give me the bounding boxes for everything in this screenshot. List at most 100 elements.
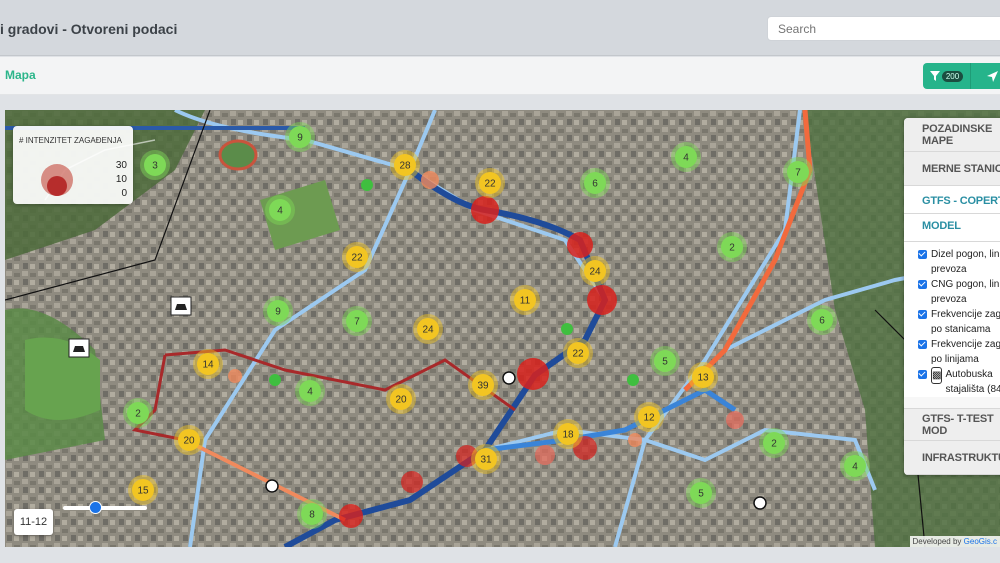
- section-merne-stanice[interactable]: Merne stanice: [904, 152, 1000, 186]
- parking-icon[interactable]: [68, 338, 90, 358]
- legend-value-mid: 10: [115, 174, 127, 185]
- cluster-marker[interactable]: 28: [390, 150, 420, 180]
- pollution-hotspot[interactable]: [587, 285, 617, 315]
- cluster-count: 8: [309, 510, 315, 521]
- cluster-marker[interactable]: 11: [510, 285, 540, 315]
- cluster-count: 6: [592, 179, 598, 190]
- checkbox-checked[interactable]: [918, 340, 927, 349]
- layer-option-dizel[interactable]: Dizel pogon, lini prevoza: [918, 247, 1000, 277]
- cluster-marker[interactable]: 20: [386, 384, 416, 414]
- cluster-marker[interactable]: 22: [342, 242, 372, 272]
- cluster-count: 22: [484, 179, 496, 190]
- checkbox-checked[interactable]: [918, 310, 927, 319]
- cluster-marker[interactable]: 4: [295, 376, 325, 406]
- station-marker[interactable]: [753, 496, 767, 510]
- cluster-marker[interactable]: 3: [140, 150, 170, 180]
- cluster-marker[interactable]: 8: [297, 499, 327, 529]
- map-view[interactable]: 9 3 28 22 6 4 7 4 22 2 24 11 9 7 24 6 22 14 4 39 5 13 20 2 20 12 1…: [5, 110, 1000, 547]
- checkbox-checked[interactable]: [918, 370, 927, 379]
- cluster-marker[interactable]: 20: [174, 425, 204, 455]
- cluster-marker[interactable]: 31: [471, 444, 501, 474]
- section-infrastruktura[interactable]: INFRASTRUKTURA: [904, 441, 1000, 475]
- checkbox-checked[interactable]: [918, 280, 927, 289]
- pollution-hotspot[interactable]: [401, 471, 423, 493]
- layer-option-stajalista[interactable]: ▩Autobuska stajališta (848): [918, 367, 1000, 397]
- cluster-marker[interactable]: 22: [563, 338, 593, 368]
- cluster-marker[interactable]: 4: [840, 451, 870, 481]
- layer-option-cng[interactable]: CNG pogon, lini prevoza: [918, 277, 1000, 307]
- station-marker[interactable]: [627, 374, 639, 386]
- cluster-count: 18: [562, 430, 574, 441]
- time-slider-track[interactable]: [63, 506, 147, 510]
- pollution-hotspot[interactable]: [628, 433, 642, 447]
- cluster-marker[interactable]: 5: [650, 346, 680, 376]
- cluster-count: 14: [202, 360, 214, 371]
- location-arrow-icon: [986, 70, 998, 82]
- cluster-marker[interactable]: 4: [265, 195, 295, 225]
- cluster-marker[interactable]: 6: [807, 305, 837, 335]
- legend-title: # INTENZITET ZAGAĐENJA: [19, 136, 122, 145]
- section-gtfs-copert[interactable]: GTFS - COPERT: [904, 186, 1000, 214]
- layer-options: Dizel pogon, lini prevoza CNG pogon, lin…: [904, 242, 1000, 397]
- station-marker[interactable]: [265, 479, 279, 493]
- cluster-count: 2: [771, 439, 777, 450]
- search-input[interactable]: [767, 16, 1000, 41]
- cluster-marker[interactable]: 7: [783, 157, 813, 187]
- cluster-marker[interactable]: 13: [688, 362, 718, 392]
- cluster-count: 5: [698, 489, 704, 500]
- cluster-marker[interactable]: 24: [413, 314, 443, 344]
- pollution-hotspot[interactable]: [567, 232, 593, 258]
- cluster-marker[interactable]: 18: [553, 419, 583, 449]
- page-title: Mapa: [5, 68, 36, 82]
- cluster-marker[interactable]: 6: [580, 168, 610, 198]
- filter-icon: [929, 71, 940, 81]
- filter-button[interactable]: 200: [923, 63, 971, 89]
- layer-option-label: Dizel pogon, lini prevoza: [931, 249, 1000, 275]
- section-gtfs-t-test[interactable]: GTFS- T-TEST MOD: [904, 408, 1000, 441]
- pollution-hotspot[interactable]: [228, 369, 242, 383]
- cluster-marker[interactable]: 5: [686, 478, 716, 508]
- cluster-marker[interactable]: 22: [475, 168, 505, 198]
- layer-option-frekvencije-linije[interactable]: Frekvencije zag po linijama: [918, 337, 1000, 367]
- legend-circles: [41, 164, 73, 196]
- station-marker[interactable]: [361, 179, 373, 191]
- map-toolbar: 200: [923, 63, 1000, 89]
- time-label: 11-12: [14, 509, 53, 535]
- pollution-hotspot[interactable]: [421, 171, 439, 189]
- pollution-hotspot[interactable]: [726, 411, 744, 429]
- pollution-hotspot[interactable]: [517, 358, 549, 390]
- time-slider-thumb[interactable]: [89, 501, 102, 514]
- cluster-marker[interactable]: 2: [759, 428, 789, 458]
- pollution-hotspot[interactable]: [339, 504, 363, 528]
- cluster-marker[interactable]: 39: [468, 370, 498, 400]
- cluster-marker[interactable]: 7: [342, 306, 372, 336]
- cluster-marker[interactable]: 2: [123, 398, 153, 428]
- cluster-count: 22: [572, 349, 584, 360]
- layer-option-label: Frekvencije zag po stanicama: [931, 309, 1000, 335]
- checkbox-checked[interactable]: [918, 250, 927, 259]
- parking-icon[interactable]: [170, 296, 192, 316]
- cluster-marker[interactable]: 12: [634, 402, 664, 432]
- station-marker[interactable]: [269, 374, 281, 386]
- cluster-count: 2: [135, 409, 141, 420]
- cluster-count: 15: [137, 486, 149, 497]
- cluster-marker[interactable]: 9: [285, 122, 315, 152]
- locate-button[interactable]: [971, 63, 1000, 89]
- cluster-marker[interactable]: 15: [128, 475, 158, 505]
- section-model[interactable]: MODEL: [904, 214, 1000, 242]
- station-marker[interactable]: [561, 323, 573, 335]
- map-canvas[interactable]: 93 2822 6474222241197246221443951320220121…: [5, 110, 1000, 547]
- layer-option-frekvencije-stanice[interactable]: Frekvencije zag po stanicama: [918, 307, 1000, 337]
- cluster-marker[interactable]: 14: [193, 349, 223, 379]
- section-pozadinske-mape[interactable]: Pozadinske mape: [904, 118, 1000, 152]
- pollution-hotspot[interactable]: [471, 196, 499, 224]
- credit-link[interactable]: GeoGis.c: [964, 537, 997, 546]
- cluster-count: 28: [399, 161, 411, 172]
- pollution-hotspot[interactable]: [535, 445, 555, 465]
- cluster-marker[interactable]: 4: [671, 142, 701, 172]
- cluster-marker[interactable]: 9: [263, 296, 293, 326]
- cluster-marker[interactable]: 24: [580, 256, 610, 286]
- cluster-marker[interactable]: 2: [717, 232, 747, 262]
- station-marker[interactable]: [502, 371, 516, 385]
- cluster-count: 39: [477, 381, 489, 392]
